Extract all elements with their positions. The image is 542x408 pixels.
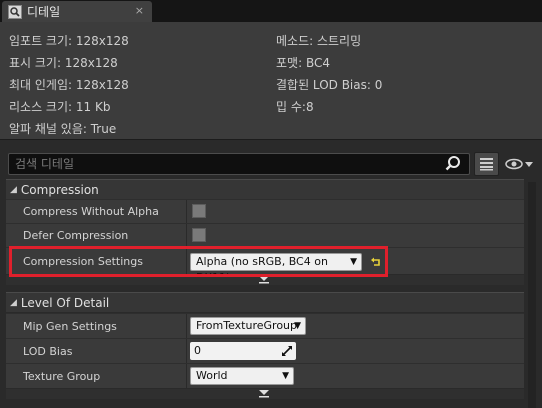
row-compress-without-alpha: Compress Without Alpha (6, 199, 524, 224)
category-title: Compression (20, 182, 99, 197)
drag-handle-icon[interactable] (281, 345, 293, 357)
compression-settings-dropdown[interactable]: Alpha (no sRGB, BC4 on DX11) ▼ (190, 253, 362, 284)
expand-arrow-icon (259, 276, 269, 284)
column-divider[interactable] (186, 314, 187, 339)
close-icon[interactable]: × (135, 4, 144, 17)
info-display-size: 표시 크기: 128x128 (9, 56, 118, 70)
defer-compression-checkbox[interactable] (192, 228, 206, 242)
mip-gen-settings-dropdown[interactable]: FromTextureGroup ▼ (190, 317, 306, 335)
info-method: 메소드: 스트리밍 (276, 34, 362, 48)
search-icon[interactable] (445, 155, 461, 171)
search-bar: 검색 디테일 (0, 152, 542, 180)
dropdown-value: FromTextureGroup (196, 319, 298, 332)
texture-group-dropdown[interactable]: World ▼ (190, 367, 294, 385)
property-label: LOD Bias (23, 345, 73, 358)
collapse-arrow-icon: ◢ (10, 297, 17, 308)
info-format: 포맷: BC4 (276, 56, 330, 70)
advanced-expander[interactable] (6, 275, 524, 285)
column-divider[interactable] (186, 339, 187, 364)
property-label: Compress Without Alpha (23, 205, 159, 218)
list-view-icon (480, 158, 493, 171)
expand-arrow-icon (259, 390, 269, 398)
chevron-down-icon: ▼ (350, 257, 357, 267)
tab-title: 디테일 (27, 5, 61, 19)
details-magnifier-icon (8, 4, 22, 19)
row-texture-group: Texture Group World ▼ (6, 363, 524, 389)
column-divider[interactable] (186, 364, 187, 389)
chevron-down-icon: ▼ (294, 321, 301, 331)
property-label: Texture Group (23, 370, 101, 383)
info-resource-size: 리소스 크기: 11 Kb (9, 100, 111, 114)
row-compression-settings: Compression Settings Alpha (no sRGB, BC4… (6, 247, 524, 284)
advanced-expander[interactable] (6, 389, 524, 399)
view-options-button[interactable] (474, 152, 499, 176)
property-label: Compression Settings (23, 255, 143, 268)
texture-info: 임포트 크기: 128x128 표시 크기: 128x128 최대 인게임: 1… (0, 22, 542, 140)
column-divider[interactable] (186, 224, 187, 248)
column-divider[interactable] (186, 200, 187, 224)
row-defer-compression: Defer Compression (6, 223, 524, 248)
lod-bias-input[interactable]: 0 (190, 342, 296, 360)
info-combined-lod-bias: 결합된 LOD Bias: 0 (276, 78, 383, 92)
compress-without-alpha-checkbox[interactable] (192, 204, 206, 218)
info-import-size: 임포트 크기: 128x128 (9, 34, 129, 48)
search-input[interactable]: 검색 디테일 (8, 153, 470, 175)
vertical-scrollbar[interactable] (528, 182, 536, 408)
info-mip-count: 밉 수:8 (276, 100, 314, 114)
property-label: Defer Compression (23, 229, 129, 242)
category-title: Level Of Detail (20, 295, 110, 310)
visibility-button[interactable] (505, 155, 535, 173)
eye-icon (505, 158, 533, 170)
tab-strip: 디테일 × (0, 0, 542, 22)
row-lod-bias: LOD Bias 0 (6, 338, 524, 364)
dropdown-value: World (196, 369, 228, 382)
reset-to-default-icon[interactable] (370, 256, 382, 268)
info-max-ingame: 최대 인게임: 128x128 (9, 78, 129, 92)
property-label: Mip Gen Settings (23, 320, 117, 333)
info-has-alpha: 알파 채널 있음: True (9, 122, 117, 136)
category-level-of-detail[interactable]: ◢ Level Of Detail (6, 292, 524, 312)
tab-details[interactable]: 디테일 × (2, 1, 152, 22)
chevron-down-icon: ▼ (282, 371, 289, 381)
column-divider[interactable] (186, 248, 187, 275)
details-panel: 임포트 크기: 128x128 표시 크기: 128x128 최대 인게임: 1… (0, 22, 542, 408)
category-compression[interactable]: ◢ Compression (6, 179, 524, 199)
field-value: 0 (194, 344, 201, 357)
collapse-arrow-icon: ◢ (10, 184, 17, 195)
row-mip-gen-settings: Mip Gen Settings FromTextureGroup ▼ (6, 313, 524, 339)
